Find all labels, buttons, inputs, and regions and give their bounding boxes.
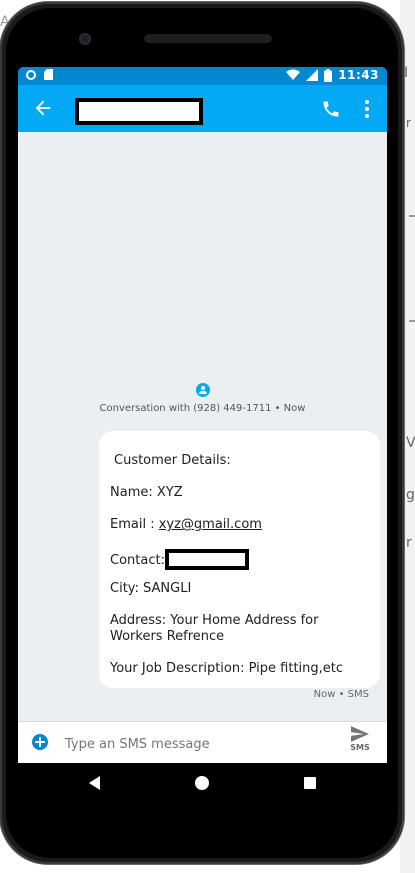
conversation-info: Conversation with (928) 449-1711 • Now <box>99 403 306 414</box>
wifi-icon <box>286 69 301 80</box>
sms-message-input[interactable] <box>63 730 337 758</box>
send-label: SMS <box>350 743 370 752</box>
message-bubble[interactable]: Customer Details: Name: XYZ Email : xyz@… <box>99 431 380 688</box>
contact-name-redacted <box>75 98 203 125</box>
message-line: Name: XYZ <box>110 485 183 500</box>
phone-icon[interactable] <box>321 99 341 119</box>
nav-back-icon[interactable] <box>89 776 100 790</box>
background-text: r <box>406 535 412 551</box>
earpiece-speaker <box>144 34 272 43</box>
background-text: I <box>404 65 409 81</box>
nav-recents-icon[interactable] <box>304 777 316 789</box>
app-bar <box>18 85 387 132</box>
email-link[interactable]: xyz@gmail.com <box>159 517 262 532</box>
nav-home-icon[interactable] <box>195 776 209 790</box>
contact-label: Contact: <box>110 553 165 568</box>
notification-circle-icon <box>26 69 36 80</box>
background-text: g <box>406 487 415 503</box>
sd-card-icon <box>44 69 53 80</box>
message-meta: Now • SMS <box>313 689 369 700</box>
compose-bar: SMS <box>18 721 387 763</box>
background-text: r <box>406 116 411 130</box>
status-time: 11:43 <box>338 68 379 82</box>
navigation-bar <box>18 763 387 803</box>
contact-redacted <box>164 549 249 570</box>
background-text: V <box>406 435 415 451</box>
more-vert-icon[interactable] <box>361 99 373 119</box>
status-bar: 11:43 <box>18 67 387 85</box>
cell-signal-icon <box>306 69 319 81</box>
message-line: Email : xyz@gmail.com <box>110 517 372 549</box>
send-icon <box>351 726 369 742</box>
phone-screen: 11:43 Conversation with (928) 449-1711 •… <box>18 67 387 763</box>
conversation-header: Conversation with (928) 449-1711 • Now <box>18 382 387 414</box>
message-line: Customer Details: <box>114 453 231 468</box>
front-camera <box>79 33 91 45</box>
message-line: City: SANGLI <box>110 581 192 596</box>
contact-avatar-icon <box>195 383 210 397</box>
message-line: Contact: <box>110 549 372 581</box>
message-line: Address: Your Home Address for Workers R… <box>110 613 319 644</box>
battery-icon <box>324 68 333 82</box>
email-label: Email : <box>110 517 159 532</box>
arrow-left-icon[interactable] <box>32 97 54 119</box>
send-button[interactable]: SMS <box>348 726 372 752</box>
add-circle-icon[interactable] <box>32 734 48 750</box>
